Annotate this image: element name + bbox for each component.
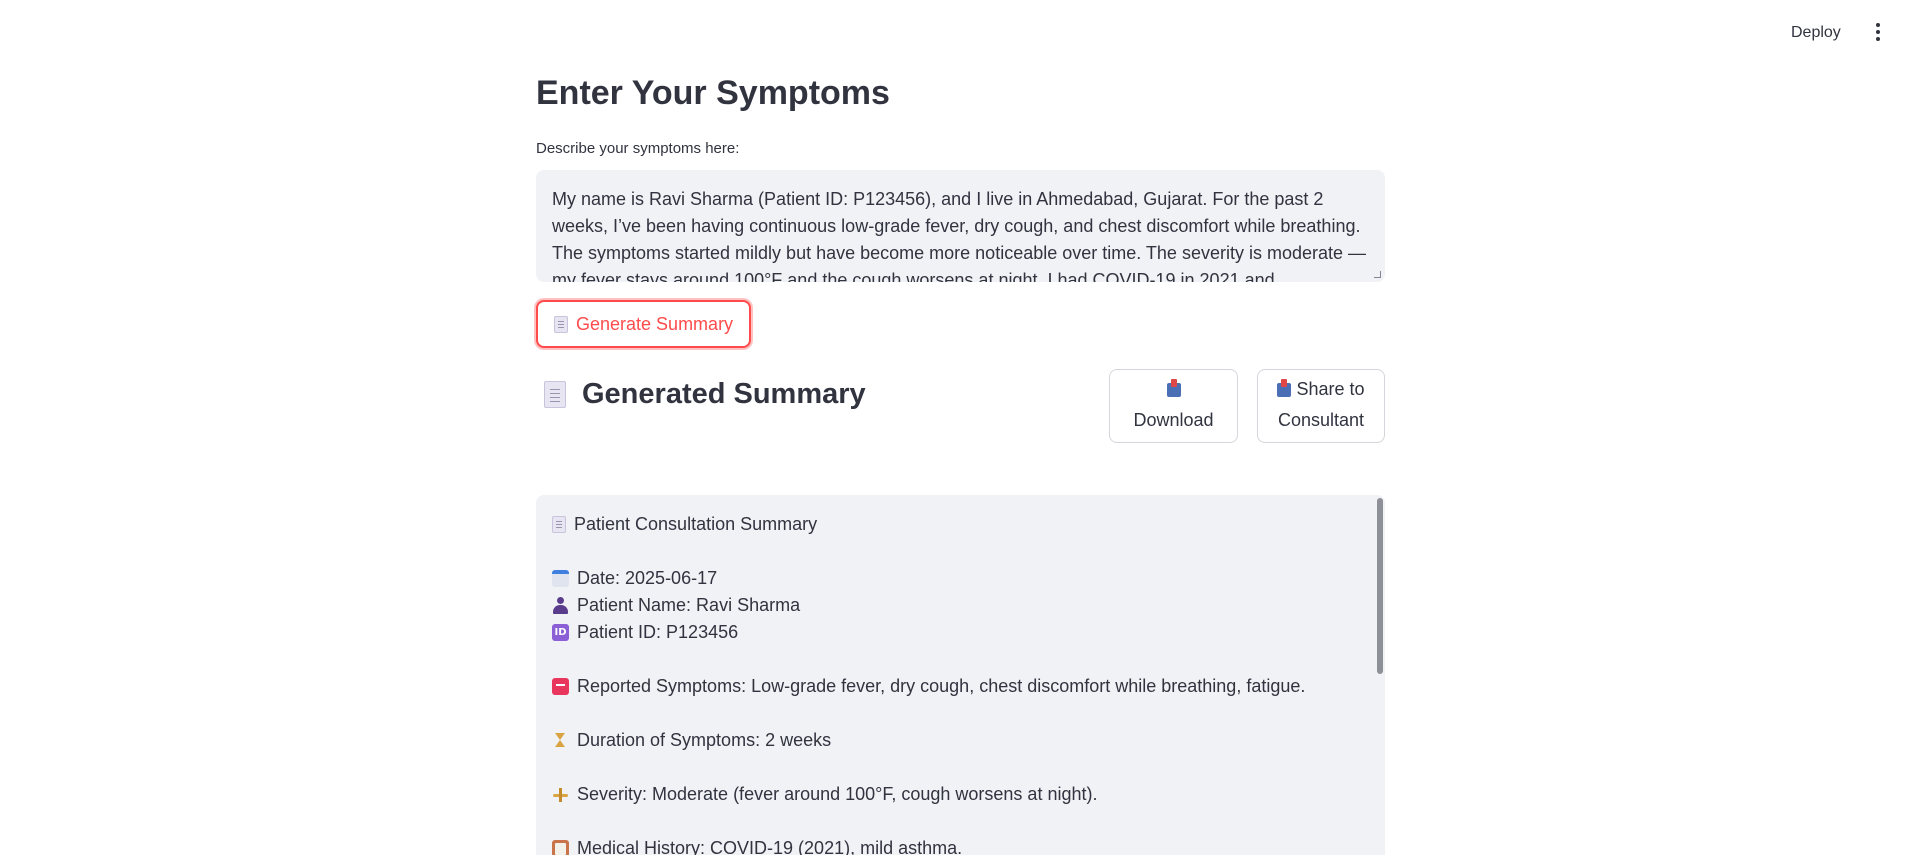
kebab-menu-icon xyxy=(1876,23,1880,27)
symptoms-text: My name is Ravi Sharma (Patient ID: P123… xyxy=(552,189,1367,282)
page-title: Enter Your Symptoms xyxy=(536,74,890,112)
summary-heading: Patient Consultation Summary xyxy=(552,511,1369,538)
balance-scale-icon xyxy=(552,786,569,803)
summary-severity: Severity: Moderate (fever around 100°F, … xyxy=(552,781,1369,808)
summary-patient-id: ID Patient ID: P123456 xyxy=(552,619,1369,646)
summary-patient-name: Patient Name: Ravi Sharma xyxy=(552,592,1369,619)
share-label-line2: Consultant xyxy=(1277,410,1365,430)
summary-header: Generated Summary xyxy=(544,378,866,411)
symptoms-label: Describe your symptoms here: xyxy=(536,140,740,157)
document-icon xyxy=(544,381,566,408)
share-label-line1: Share to xyxy=(1296,379,1365,399)
app-header: Deploy xyxy=(0,0,1911,60)
summary-title: Generated Summary xyxy=(582,378,866,410)
download-label: Download xyxy=(1133,410,1214,430)
share-to-consultant-button[interactable]: Share to Consultant xyxy=(1257,369,1385,443)
document-icon xyxy=(552,516,566,533)
person-icon xyxy=(552,597,569,614)
summary-symptoms: Reported Symptoms: Low-grade fever, dry … xyxy=(552,673,1369,700)
id-icon: ID xyxy=(552,624,569,641)
medical-kit-icon xyxy=(552,678,569,695)
main-menu-button[interactable] xyxy=(1868,18,1888,46)
generate-summary-button[interactable]: Generate Summary xyxy=(536,300,752,348)
summary-duration: Duration of Symptoms: 2 weeks xyxy=(552,727,1369,754)
summary-scrollbar[interactable] xyxy=(1377,498,1383,674)
resize-handle[interactable] xyxy=(1374,271,1381,278)
document-icon xyxy=(554,315,568,333)
summary-medical-history: Medical History: COVID-19 (2021), mild a… xyxy=(552,835,1369,855)
inbox-tray-icon xyxy=(1277,379,1292,398)
generate-summary-label: Generate Summary xyxy=(576,313,734,334)
inbox-tray-icon xyxy=(1166,379,1181,398)
summary-output[interactable]: Patient Consultation Summary Date: 2025-… xyxy=(536,495,1385,855)
symptoms-textarea[interactable]: My name is Ravi Sharma (Patient ID: P123… xyxy=(536,170,1385,282)
hourglass-icon xyxy=(552,732,569,749)
clipboard-icon xyxy=(552,840,569,855)
calendar-icon xyxy=(552,570,569,587)
deploy-button[interactable]: Deploy xyxy=(1785,20,1847,46)
summary-date: Date: 2025-06-17 xyxy=(552,565,1369,592)
download-button[interactable]: Download xyxy=(1109,369,1238,443)
